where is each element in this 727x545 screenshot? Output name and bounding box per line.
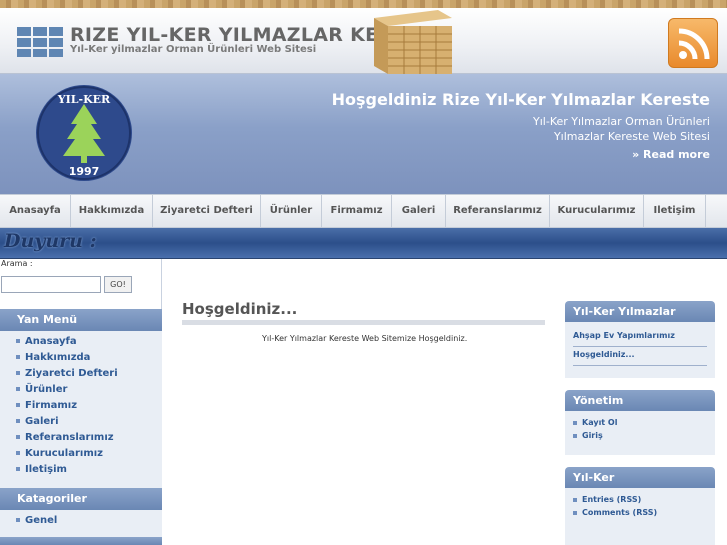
category-item-genel[interactable]: Genel	[16, 515, 57, 526]
banner-title: Hoşgeldiniz Rize Yıl-Ker Yılmazlar Keres…	[331, 90, 710, 109]
banner-subtitle-line-2: Yılmazlar Kereste Web Sitesi	[553, 130, 710, 143]
title-divider	[182, 320, 545, 325]
right-box-2-body: Kayıt Ol Giriş	[565, 411, 715, 455]
grid-logo-icon	[17, 27, 63, 57]
link-entries-rss[interactable]: Entries (RSS)	[573, 495, 641, 504]
link-giris[interactable]: Giriş	[573, 431, 603, 440]
search-label: Arama :	[1, 259, 33, 268]
site-tagline: Yıl-Ker yilmazlar Orman Ürünleri Web Sit…	[70, 44, 317, 55]
announcement-bar: Duyuru :	[0, 228, 727, 259]
lumber-stack-image	[374, 10, 452, 74]
nav-item-anasayfa[interactable]: Anasayfa	[0, 195, 71, 228]
side-menu-item-anasayfa[interactable]: Anasayfa	[16, 336, 77, 347]
nav-item-kuruculariniz[interactable]: Kurucularımız	[550, 195, 644, 228]
side-menu-heading: Yan Menü	[0, 309, 162, 331]
right-box-3-body: Entries (RSS) Comments (RSS)	[565, 488, 715, 545]
right-box-yilker-yilmazlar: Yıl-Ker Yılmazlar Ahşap Ev Yapımlarımız …	[565, 301, 715, 378]
page: RIZE YIL-KER YILMAZLAR KERESTE Yıl-Ker y…	[0, 0, 727, 545]
side-menu-item-ziyaretci-defteri[interactable]: Ziyaretci Defteri	[16, 368, 118, 379]
right-box-2-heading: Yönetim	[565, 390, 715, 411]
side-menu-item-referanslarimiz[interactable]: Referanslarımız	[16, 432, 114, 443]
side-menu-item-urunler[interactable]: Ürünler	[16, 384, 67, 395]
logo-year: 1997	[69, 165, 100, 178]
company-logo: YIL-KER 1997	[36, 85, 132, 181]
right-box-yonetim: Yönetim Kayıt Ol Giriş	[565, 390, 715, 455]
side-menu-item-hakkimizda[interactable]: Hakkımızda	[16, 352, 90, 363]
wood-texture-strip	[0, 0, 727, 8]
link-ahsap-ev[interactable]: Ahşap Ev Yapımlarımız	[573, 331, 675, 340]
post-body: Yıl-Ker Yılmazlar Kereste Web Sitemize H…	[262, 334, 468, 343]
nav-item-firmamiz[interactable]: Firmamız	[322, 195, 392, 228]
categories-heading: Katagoriler	[0, 488, 162, 510]
main-navigation: Anasayfa Hakkımızda Ziyaretci Defteri Ür…	[0, 194, 727, 228]
nav-item-galeri[interactable]: Galeri	[392, 195, 446, 228]
hero-banner: YIL-KER 1997 Hoşgeldiniz Rize Yıl-Ker Yı…	[0, 74, 727, 194]
side-menu-item-galeri[interactable]: Galeri	[16, 416, 59, 427]
nav-item-urunler[interactable]: Ürünler	[261, 195, 322, 228]
logo-text: YIL-KER	[57, 93, 111, 106]
categories-list: Genel	[0, 510, 162, 537]
link-kayit-ol[interactable]: Kayıt Ol	[573, 418, 617, 427]
right-box-3-heading: Yıl-Ker	[565, 467, 715, 488]
right-box-1-heading: Yıl-Ker Yılmazlar	[565, 301, 715, 322]
post-title[interactable]: Hoşgeldiniz...	[182, 300, 297, 318]
link-hosgeldiniz[interactable]: Hoşgeldiniz...	[573, 350, 635, 359]
banner-subtitle-line-1: Yıl-Ker Yılmazlar Orman Ürünleri	[533, 115, 710, 128]
side-menu-list: Anasayfa Hakkımızda Ziyaretci Defteri Ür…	[0, 331, 162, 488]
divider	[573, 365, 707, 366]
link-comments-rss[interactable]: Comments (RSS)	[573, 508, 657, 517]
nav-item-ziyaretci-defteri[interactable]: Ziyaretci Defteri	[153, 195, 261, 228]
rss-feed-icon[interactable]	[668, 18, 718, 68]
left-sidebar: Arama : GO! Yan Menü Anasayfa Hakkımızda…	[0, 259, 162, 545]
side-menu-item-firmamiz[interactable]: Firmamız	[16, 400, 77, 411]
right-box-yilker: Yıl-Ker Entries (RSS) Comments (RSS)	[565, 467, 715, 545]
banner-subtitle: Yıl-Ker Yılmazlar Orman Ürünleri Yılmazl…	[533, 114, 710, 144]
read-more-link[interactable]: » Read more	[632, 148, 710, 161]
search-input[interactable]	[1, 276, 101, 293]
nav-item-hakkimizda[interactable]: Hakkımızda	[71, 195, 153, 228]
side-menu-item-kuruculariniz[interactable]: Kurucularımız	[16, 448, 103, 459]
next-section-heading	[0, 537, 162, 545]
nav-item-iletisim[interactable]: Iletişim	[644, 195, 706, 228]
side-menu-item-iletisim[interactable]: Iletişim	[16, 464, 67, 475]
site-header: RIZE YIL-KER YILMAZLAR KERESTE Yıl-Ker y…	[0, 8, 727, 74]
nav-item-referanslarimiz[interactable]: Referanslarımız	[446, 195, 550, 228]
right-box-1-body: Ahşap Ev Yapımlarımız Hoşgeldiniz...	[565, 322, 715, 378]
search-go-button[interactable]: GO!	[104, 276, 132, 293]
announcement-label: Duyuru :	[4, 230, 97, 252]
divider	[573, 346, 707, 347]
